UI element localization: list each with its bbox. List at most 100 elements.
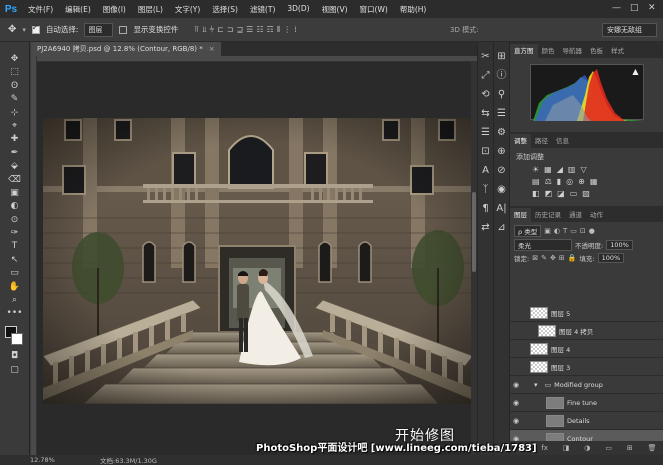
lasso-tool-icon[interactable]: ʘ bbox=[11, 81, 18, 91]
menu-item[interactable]: 文件(F) bbox=[22, 4, 59, 15]
workspace-dropdown[interactable]: 安娜无敌组 bbox=[602, 23, 657, 37]
vertical-scrollbar-thumb[interactable] bbox=[472, 192, 476, 272]
adjustment-icon[interactable]: ⚖ bbox=[545, 177, 552, 186]
swap-icon[interactable]: ⇆ bbox=[481, 107, 489, 121]
adjustment-icon[interactable]: ◧ bbox=[532, 189, 540, 198]
adjustments-panel-tab[interactable]: 路径 bbox=[531, 134, 552, 148]
align-right-icon[interactable]: ⊒ bbox=[236, 25, 243, 35]
crop-tool-icon[interactable]: ⊹ bbox=[11, 108, 19, 118]
menu-item[interactable]: 视图(V) bbox=[316, 4, 354, 15]
distribute-top-icon[interactable]: ☰ bbox=[246, 25, 253, 35]
layers-panel-tab[interactable]: 通道 bbox=[565, 208, 586, 222]
layer-row[interactable]: 图层 4 bbox=[510, 340, 663, 358]
grid-icon[interactable]: ⊞ bbox=[497, 50, 505, 64]
filter-toggle-icon[interactable]: ● bbox=[589, 227, 595, 235]
close-window-button[interactable]: ✕ bbox=[648, 3, 656, 13]
zoom-level[interactable]: 12.78% bbox=[0, 456, 70, 464]
menu-item[interactable]: 选择(S) bbox=[206, 4, 244, 15]
new-group-icon[interactable]: ▭ bbox=[605, 444, 612, 452]
histogram-panel-tab[interactable]: 样式 bbox=[607, 44, 628, 58]
artboard-icon[interactable]: ⊡ bbox=[481, 145, 489, 159]
pen-tool-icon[interactable]: ✑ bbox=[11, 228, 19, 238]
quick-mask-icon[interactable]: ◘ bbox=[11, 351, 18, 361]
layer-row[interactable]: 图层 3 bbox=[510, 358, 663, 376]
eraser-tool-icon[interactable]: ⌫ bbox=[8, 175, 21, 185]
histogram-panel-tab[interactable]: 颜色 bbox=[538, 44, 559, 58]
fill-input[interactable]: 100% bbox=[597, 253, 625, 263]
adjustment-icon[interactable]: ◩ bbox=[545, 189, 553, 198]
add-icon[interactable]: ⊕ bbox=[497, 145, 505, 159]
cut-icon[interactable]: ✂ bbox=[481, 50, 489, 64]
layers-panel-tab[interactable]: 历史记录 bbox=[531, 208, 565, 222]
layer-row[interactable]: 图层 4 拷贝 bbox=[510, 322, 663, 340]
paragraph-icon[interactable]: ¶ bbox=[482, 202, 488, 216]
new-adjustment-icon[interactable]: ◑ bbox=[584, 444, 590, 452]
layers-panel-tab[interactable]: 动作 bbox=[586, 208, 607, 222]
eyedropper-tool-icon[interactable]: ⌖ bbox=[12, 121, 17, 131]
distribute-middle-icon[interactable]: ☷ bbox=[256, 25, 263, 35]
dodge-tool-icon[interactable]: ⊙ bbox=[11, 215, 19, 225]
maximize-button[interactable]: □ bbox=[630, 3, 639, 13]
blend-mode-dropdown[interactable]: 柔光 bbox=[514, 239, 572, 251]
auto-select-dropdown[interactable]: 图层 bbox=[84, 22, 114, 37]
layers-panel-tab[interactable]: 图层 bbox=[510, 208, 531, 222]
background-color-swatch[interactable] bbox=[10, 332, 23, 345]
histogram-panel-tab[interactable]: 色板 bbox=[586, 44, 607, 58]
search-icon[interactable]: ⚲ bbox=[498, 88, 505, 102]
adjustment-icon[interactable]: ▮ bbox=[557, 177, 561, 186]
align-center-icon[interactable]: ⊐ bbox=[227, 25, 234, 35]
lock-all-icon[interactable]: 🔒 bbox=[568, 254, 577, 262]
filter-pixel-icon[interactable]: ▣ bbox=[544, 227, 551, 235]
adjustment-icon[interactable]: ▽ bbox=[580, 165, 586, 174]
properties-icon[interactable]: ☰ bbox=[481, 126, 490, 140]
move-tool-icon[interactable]: ✥ bbox=[11, 54, 19, 64]
zoom-tool-icon[interactable]: ⌕ bbox=[12, 295, 17, 305]
visibility-eye-icon[interactable]: ◉ bbox=[510, 399, 522, 407]
canvas-area[interactable] bbox=[31, 56, 477, 455]
measure-icon[interactable]: ⊿ bbox=[497, 221, 505, 235]
align-top-icon[interactable]: ⫪ bbox=[194, 25, 199, 35]
hand-tool-icon[interactable]: ✋ bbox=[9, 282, 20, 292]
distribute-left-icon[interactable]: ⦀ bbox=[277, 25, 281, 35]
more-tools-icon[interactable]: ••• bbox=[7, 308, 23, 318]
adjustment-icon[interactable]: ▥ bbox=[568, 165, 576, 174]
close-document-icon[interactable]: × bbox=[209, 45, 215, 53]
delete-layer-icon[interactable]: 🗑 bbox=[648, 444, 657, 452]
healing-tool-icon[interactable]: ✚ bbox=[11, 134, 19, 144]
opacity-input[interactable]: 100% bbox=[606, 240, 633, 250]
menu-item[interactable]: 3D(D) bbox=[281, 4, 315, 15]
lock-position-icon[interactable]: ✥ bbox=[550, 254, 556, 262]
history-icon[interactable]: ⟲ bbox=[481, 88, 489, 102]
color-swatches[interactable] bbox=[4, 325, 25, 348]
sync-icon[interactable]: ⇄ bbox=[481, 221, 489, 235]
menu-item[interactable]: 滤镜(T) bbox=[244, 4, 281, 15]
blur-tool-icon[interactable]: ◐ bbox=[11, 201, 19, 211]
brush-preset-icon[interactable]: ᛉ bbox=[483, 183, 489, 197]
align-bottom-icon[interactable]: ⫩ bbox=[209, 25, 214, 35]
menu-item[interactable]: 图层(L) bbox=[132, 4, 169, 15]
distribute-center-icon[interactable]: ⋮ bbox=[283, 25, 291, 35]
lock-artboard-icon[interactable]: ⊞ bbox=[559, 254, 565, 262]
wedding-photo[interactable] bbox=[43, 118, 473, 404]
menu-item[interactable]: 文字(Y) bbox=[169, 4, 206, 15]
block-icon[interactable]: ⊘ bbox=[497, 164, 505, 178]
align-left-icon[interactable]: ⊏ bbox=[217, 25, 224, 35]
histogram-panel-tab[interactable]: 直方图 bbox=[510, 44, 538, 58]
stamp-tool-icon[interactable]: ⬙ bbox=[11, 161, 18, 171]
filter-shape-icon[interactable]: ▭ bbox=[570, 227, 577, 235]
auto-select-checkbox[interactable] bbox=[31, 23, 40, 34]
layer-style-icon[interactable]: fx bbox=[541, 444, 548, 452]
filter-type-icon[interactable]: T bbox=[563, 227, 567, 235]
adjustments-panel-tab[interactable]: 调整 bbox=[510, 134, 531, 148]
shape-tool-icon[interactable]: ▭ bbox=[10, 268, 19, 278]
visibility-eye-icon[interactable]: ◉ bbox=[510, 417, 522, 425]
visibility-eye-icon[interactable]: ◉ bbox=[510, 381, 522, 389]
minimize-button[interactable]: — bbox=[612, 3, 621, 13]
show-transform-checkbox[interactable] bbox=[119, 25, 128, 34]
transform-icon[interactable]: ⤢ bbox=[482, 69, 490, 83]
adjustment-icon[interactable]: ▦ bbox=[590, 177, 598, 186]
align-middle-icon[interactable]: ⫫ bbox=[202, 25, 207, 35]
path-select-tool-icon[interactable]: ↖ bbox=[11, 255, 19, 265]
channel-icon[interactable]: ◉ bbox=[497, 183, 506, 197]
adjustment-icon[interactable]: ▨ bbox=[582, 189, 590, 198]
